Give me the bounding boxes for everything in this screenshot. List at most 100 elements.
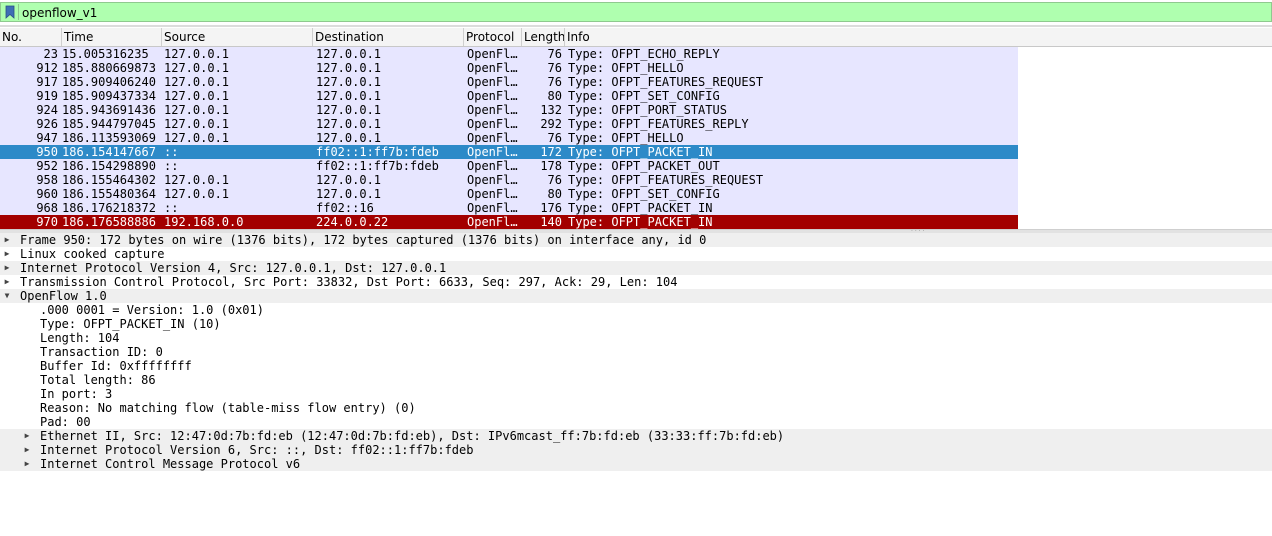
detail-tree-label: Pad: 00 bbox=[40, 415, 91, 429]
packet-cell-proto: OpenFl… bbox=[467, 61, 518, 75]
detail-tree-label: Internet Protocol Version 6, Src: ::, Ds… bbox=[40, 443, 474, 457]
packet-cell-proto: OpenFl… bbox=[467, 103, 518, 117]
detail-tree-item[interactable]: Transaction ID: 0 bbox=[0, 345, 1272, 359]
packet-cell-info: Type: OFPT_HELLO bbox=[568, 61, 684, 75]
packet-cell-src: 127.0.0.1 bbox=[164, 103, 230, 117]
packet-cell-len: 80 bbox=[547, 89, 562, 103]
detail-tree-item[interactable]: Reason: No matching flow (table-miss flo… bbox=[0, 401, 1272, 415]
packet-list-pane[interactable]: No. Time Source Destination Protocol Len… bbox=[0, 28, 1272, 229]
packet-cell-time: 15.005316235 bbox=[62, 47, 149, 61]
packet-cell-proto: OpenFl… bbox=[467, 47, 518, 61]
packet-cell-dst: 127.0.0.1 bbox=[316, 61, 382, 75]
packet-row[interactable]: 968 186.176218372:: ff02::16 OpenFl… 176 Type… bbox=[0, 201, 1018, 215]
packet-cell-src: 127.0.0.1 bbox=[164, 173, 230, 187]
packet-cell-info: Type: OFPT_PORT_STATUS bbox=[568, 103, 727, 117]
packet-cell-no: 958 bbox=[36, 173, 58, 187]
expand-arrow-right-icon[interactable]: ▶ bbox=[3, 261, 11, 275]
packet-cell-len: 76 bbox=[547, 173, 562, 187]
packet-row[interactable]: 947 186.113593069 127.0.0.1 127.0.0.1 OpenFl… bbox=[0, 131, 1018, 145]
packet-cell-time: 186.176218372 bbox=[62, 201, 156, 215]
packet-cell-dst: ff02::1:ff7b:fdeb bbox=[316, 159, 439, 173]
packet-row[interactable]: 958 186.155464302 127.0.0.1 127.0.0.1 OpenFl… bbox=[0, 173, 1018, 187]
packet-cell-src: 127.0.0.1 bbox=[164, 131, 230, 145]
column-header-no[interactable]: No. bbox=[0, 28, 62, 46]
packet-rows: 23 15.005316235 127.0.0.1 127.0.0.1 OpenFl… 7… bbox=[0, 47, 1018, 229]
packet-cell-proto: OpenFl… bbox=[467, 201, 518, 215]
packet-cell-dst: ff02::16 bbox=[316, 201, 374, 215]
packet-row[interactable]: 917 185.909406240 127.0.0.1 127.0.0.1 OpenFl… bbox=[0, 75, 1018, 89]
detail-tree-label: In port: 3 bbox=[40, 387, 113, 401]
packet-cell-proto: OpenFl… bbox=[467, 131, 518, 145]
packet-cell-proto: OpenFl… bbox=[467, 145, 518, 159]
packet-row[interactable]: 960 186.155480364 127.0.0.1 127.0.0.1 OpenFl… bbox=[0, 187, 1018, 201]
detail-tree-label: Buffer Id: 0xffffffff bbox=[40, 359, 192, 373]
detail-tree-item[interactable]: Total length: 86 bbox=[0, 373, 1272, 387]
expand-arrow-right-icon[interactable]: ▶ bbox=[23, 443, 31, 457]
expand-arrow-right-icon[interactable]: ▶ bbox=[23, 457, 31, 471]
packet-cell-dst: 224.0.0.22 bbox=[316, 215, 389, 229]
packet-cell-src: 127.0.0.1 bbox=[164, 47, 230, 61]
detail-tree-label: Ethernet II, Src: 12:47:0d:7b:fd:eb (12:… bbox=[40, 429, 785, 443]
packet-row[interactable]: 950 186.154147667:: ff02::1:ff7b:fdeb OpenF… bbox=[0, 145, 1018, 159]
packet-cell-no: 947 bbox=[36, 131, 58, 145]
packet-cell-src: 127.0.0.1 bbox=[164, 117, 230, 131]
packet-cell-src: 127.0.0.1 bbox=[164, 187, 230, 201]
packet-row[interactable]: 23 15.005316235 127.0.0.1 127.0.0.1 OpenFl… 7… bbox=[0, 47, 1018, 61]
packet-cell-no: 950 bbox=[36, 145, 58, 159]
expand-arrow-right-icon[interactable]: ▶ bbox=[3, 247, 11, 261]
packet-row[interactable]: 912 185.880669873 127.0.0.1 127.0.0.1 OpenFl… bbox=[0, 61, 1018, 75]
expand-arrow-down-icon[interactable]: ▼ bbox=[3, 289, 11, 303]
detail-tree-item[interactable]: ▶ Internet Protocol Version 4, Src: 127.0… bbox=[0, 261, 1272, 275]
detail-tree-item[interactable]: .000 0001 = Version: 1.0 (0x01) bbox=[0, 303, 1272, 317]
packet-row[interactable]: 970 186.176588886 192.168.0.0 224.0.0.22 Ope… bbox=[0, 215, 1018, 229]
detail-tree-label: Internet Control Message Protocol v6 bbox=[40, 457, 301, 471]
detail-tree-item[interactable]: ▼ OpenFlow 1.0 bbox=[0, 289, 1272, 303]
packet-row[interactable]: 924 185.943691436 127.0.0.1 127.0.0.1 OpenFl… bbox=[0, 103, 1018, 117]
packet-cell-len: 76 bbox=[547, 131, 562, 145]
detail-tree-item[interactable]: ▶ Internet Control Message Protocol v6 bbox=[0, 457, 1272, 471]
expand-arrow-right-icon[interactable]: ▶ bbox=[3, 275, 11, 289]
column-header-protocol[interactable]: Protocol bbox=[464, 28, 522, 46]
packet-cell-dst: 127.0.0.1 bbox=[316, 117, 382, 131]
expand-arrow-right-icon[interactable]: ▶ bbox=[3, 233, 11, 247]
detail-tree-label: Frame 950: 172 bytes on wire (1376 bits)… bbox=[20, 233, 707, 247]
expand-arrow-right-icon[interactable]: ▶ bbox=[23, 429, 31, 443]
detail-tree-item[interactable]: Type: OFPT_PACKET_IN (10) bbox=[0, 317, 1272, 331]
detail-tree-item[interactable]: In port: 3 bbox=[0, 387, 1272, 401]
detail-tree-item[interactable]: Buffer Id: 0xffffffff bbox=[0, 359, 1272, 373]
detail-tree-item[interactable]: Length: 104 bbox=[0, 331, 1272, 345]
packet-cell-time: 186.155480364 bbox=[62, 187, 156, 201]
detail-tree-item[interactable]: ▶ Frame 950: 172 bytes on wire (1376 bits… bbox=[0, 233, 1272, 247]
filter-input[interactable]: openflow_v1 bbox=[22, 5, 97, 21]
packet-cell-time: 186.154298890 bbox=[62, 159, 156, 173]
detail-tree-item[interactable]: Pad: 00 bbox=[0, 415, 1272, 429]
filter-bookmark-button[interactable] bbox=[2, 4, 19, 20]
packet-cell-time: 186.154147667 bbox=[62, 145, 156, 159]
packet-details-pane[interactable]: ▶ Frame 950: 172 bytes on wire (1376 bits… bbox=[0, 233, 1272, 471]
detail-tree-item[interactable]: ▶ Ethernet II, Src: 12:47:0d:7b:fd:eb (12… bbox=[0, 429, 1272, 443]
packet-row[interactable]: 926 185.944797045 127.0.0.1 127.0.0.1 OpenFl… bbox=[0, 117, 1018, 131]
packet-row[interactable]: 952 186.154298890:: ff02::1:ff7b:fdeb OpenF… bbox=[0, 159, 1018, 173]
column-header-source[interactable]: Source bbox=[162, 28, 313, 46]
detail-tree-item[interactable]: ▶ Transmission Control Protocol, Src Port… bbox=[0, 275, 1272, 289]
packet-cell-no: 970 bbox=[36, 215, 58, 229]
packet-cell-len: 76 bbox=[547, 75, 562, 89]
packet-cell-info: Type: OFPT_SET_CONFIG bbox=[568, 89, 720, 103]
detail-tree-label: Reason: No matching flow (table-miss flo… bbox=[40, 401, 416, 415]
packet-cell-proto: OpenFl… bbox=[467, 215, 518, 229]
detail-tree-item[interactable]: ▶ Internet Protocol Version 6, Src: ::, D… bbox=[0, 443, 1272, 457]
packet-cell-no: 917 bbox=[36, 75, 58, 89]
packet-cell-src: 192.168.0.0 bbox=[164, 215, 244, 229]
packet-cell-src: :: bbox=[164, 145, 179, 159]
packet-row[interactable]: 919 185.909437334 127.0.0.1 127.0.0.1 OpenFl… bbox=[0, 89, 1018, 103]
packet-cell-no: 960 bbox=[36, 187, 58, 201]
column-header-destination[interactable]: Destination bbox=[313, 28, 464, 46]
packet-cell-dst: 127.0.0.1 bbox=[316, 131, 382, 145]
display-filter-bar[interactable]: openflow_v1 bbox=[0, 2, 1272, 22]
detail-tree-label: Length: 104 bbox=[40, 331, 120, 345]
column-header-info[interactable]: Info bbox=[565, 28, 1018, 46]
packet-cell-time: 185.943691436 bbox=[62, 103, 156, 117]
detail-tree-item[interactable]: ▶ Linux cooked capture bbox=[0, 247, 1272, 261]
column-header-time[interactable]: Time bbox=[62, 28, 162, 46]
column-header-length[interactable]: Length bbox=[522, 28, 565, 46]
